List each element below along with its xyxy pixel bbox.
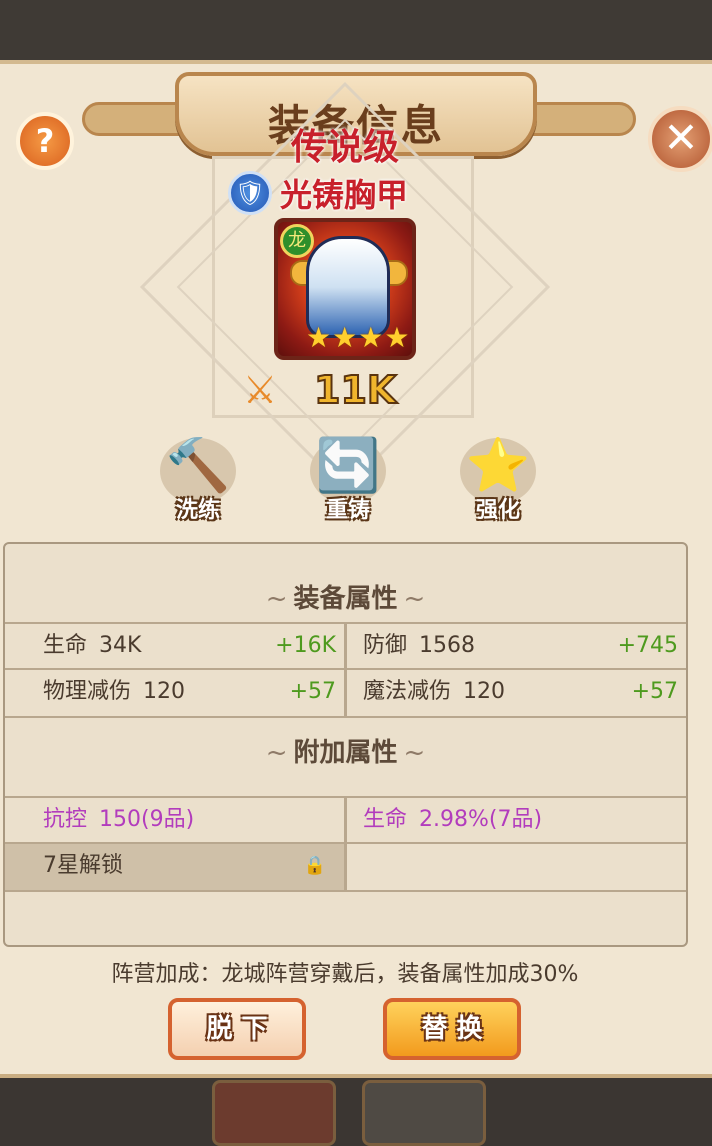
faction-bonus-note: 阵营加成：龙城阵营穿戴后，装备属性加成30% [111, 962, 579, 987]
power-row: ⚔ 11K [236, 367, 397, 413]
star-rating: ★ ★ ★ ★ [306, 324, 409, 352]
item-rarity: 传说级 [290, 127, 399, 168]
attribute-name: 生命 [43, 633, 88, 658]
curl-ornament: ~ [265, 584, 288, 614]
attribute-value: 2.98%(7品) [419, 807, 543, 832]
attribute-bonus: +16K [275, 633, 336, 658]
hammer-icon: 🔨 [165, 436, 231, 496]
shield-icon: 🛡 [228, 171, 272, 215]
attribute-cell: 生命 34K +16K [5, 624, 344, 668]
unequip-button[interactable]: 脱 下 [168, 998, 306, 1060]
item-name: 光铸胸甲 [280, 176, 409, 214]
attribute-row: 物理减伤 120 +57 魔法减伤 120 +57 [5, 670, 686, 718]
reforge-label: 重铸 [325, 498, 370, 523]
dragon-faction-icon: 龙 [280, 224, 314, 258]
attribute-bonus: +57 [631, 679, 678, 704]
equipment-info-dialog: 装备信息 ? ✕ 传说级 🛡 光铸胸甲 龙 ★ ★ ★ ★ ⚔ 11K 🔨 洗练… [0, 60, 712, 1078]
attribute-name: 防御 [363, 633, 408, 658]
locked-attribute-row: 7星解锁 🔒 [5, 844, 686, 892]
attribute-value: 34K [99, 633, 142, 658]
star-icon: ★ [332, 321, 358, 354]
attribute-name: 生命 [363, 807, 408, 832]
curl-ornament: ~ [265, 738, 288, 768]
empty-slot [344, 844, 686, 890]
extra-attribute-cell: 抗控 150(9品) [5, 798, 344, 842]
recycle-icon: 🔄 [315, 436, 381, 496]
refine-label: 洗练 [175, 498, 220, 523]
attribute-cell: 物理减伤 120 +57 [5, 670, 344, 716]
item-icon-card[interactable]: 龙 ★ ★ ★ ★ [274, 218, 416, 360]
item-name-row: 🛡 光铸胸甲 [228, 170, 408, 216]
attribute-value: 150(9品) [99, 807, 195, 832]
crossed-swords-icon: ⚔ [242, 368, 278, 412]
unlock-requirement: 7星解锁 [43, 853, 123, 878]
attribute-name: 物理减伤 [43, 679, 132, 704]
enhance-button[interactable]: ⭐ 强化 [456, 436, 540, 524]
star-icon: ★ [306, 321, 332, 354]
power-value: 11K [313, 367, 397, 413]
star-icon: ⭐ [465, 436, 531, 496]
extra-attribute-row: 抗控 150(9品) 生命 2.98%(7品) [5, 796, 686, 844]
attribute-cell: 魔法减伤 120 +57 [344, 670, 686, 716]
curl-ornament: ~ [403, 584, 426, 614]
extra-attributes-title: ~ 附加属性 ~ [5, 732, 686, 769]
lock-icon: 🔒 [303, 855, 326, 876]
refine-button[interactable]: 🔨 洗练 [156, 436, 240, 524]
reforge-button[interactable]: 🔄 重铸 [306, 436, 390, 524]
extra-attribute-cell: 生命 2.98%(7品) [344, 798, 686, 842]
attribute-value: 120 [463, 679, 506, 704]
attributes-box: ~ 装备属性 ~ 生命 34K +16K 防御 1568 +745 物理减伤 120 +5… [3, 542, 688, 947]
star-icon: ★ [358, 321, 384, 354]
equipment-attributes-title: ~ 装备属性 ~ [5, 578, 686, 615]
background-equipment-slot [212, 1080, 336, 1146]
background-equipment-slot [362, 1080, 486, 1146]
enhance-label: 强化 [475, 498, 520, 523]
attribute-name: 抗控 [43, 807, 88, 832]
attribute-value: 1568 [419, 633, 476, 658]
section-title-text: 附加属性 [293, 738, 398, 768]
locked-slot[interactable]: 7星解锁 🔒 [5, 844, 344, 890]
attribute-bonus: +745 [617, 633, 678, 658]
background-bottom [0, 1078, 712, 1146]
star-icon: ★ [384, 321, 410, 354]
attribute-bonus: +57 [289, 679, 336, 704]
attribute-cell: 防御 1568 +745 [344, 624, 686, 668]
attribute-row: 生命 34K +16K 防御 1568 +745 [5, 622, 686, 670]
replace-button[interactable]: 替 换 [383, 998, 521, 1060]
attribute-name: 魔法减伤 [363, 679, 452, 704]
curl-ornament: ~ [403, 738, 426, 768]
section-title-text: 装备属性 [293, 584, 398, 614]
attribute-value: 120 [143, 679, 186, 704]
